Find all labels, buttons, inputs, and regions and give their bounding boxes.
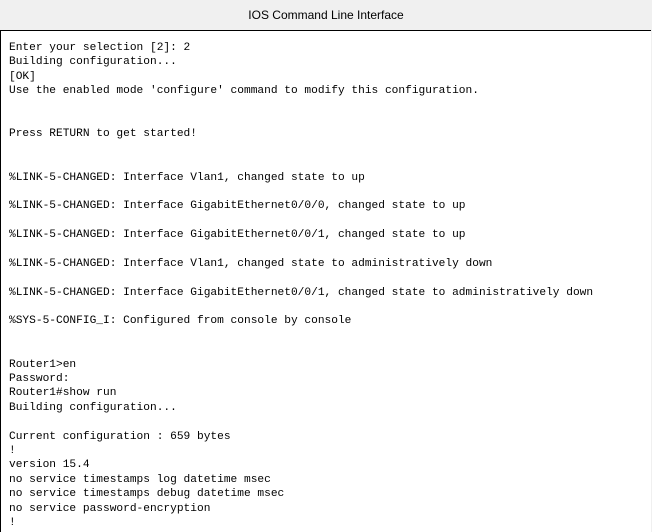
terminal-line: Building configuration... bbox=[9, 56, 177, 69]
terminal-line: Password: bbox=[9, 372, 70, 385]
window-title: IOS Command Line Interface bbox=[0, 0, 652, 30]
terminal-output: Enter your selection [2]: 2 Building conf… bbox=[1, 31, 651, 530]
terminal-line: version 15.4 bbox=[9, 459, 90, 472]
terminal-line: %LINK-5-CHANGED: Interface Vlan1, change… bbox=[9, 171, 365, 184]
terminal-line: %LINK-5-CHANGED: Interface GigabitEthern… bbox=[9, 286, 594, 299]
terminal-line: %LINK-5-CHANGED: Interface GigabitEthern… bbox=[9, 229, 466, 242]
terminal-line: %LINK-5-CHANGED: Interface GigabitEthern… bbox=[9, 200, 466, 213]
terminal-line: Use the enabled mode 'configure' command… bbox=[9, 85, 479, 98]
terminal-line: %LINK-5-CHANGED: Interface Vlan1, change… bbox=[9, 257, 493, 270]
terminal-line: no service password-encryption bbox=[9, 502, 211, 515]
terminal-line: %SYS-5-CONFIG_I: Configured from console… bbox=[9, 315, 352, 328]
terminal-line: Router1#show run bbox=[9, 387, 117, 400]
terminal-line: Current configuration : 659 bytes bbox=[9, 430, 231, 443]
cli-window: IOS Command Line Interface Enter your se… bbox=[0, 0, 652, 532]
terminal-line: ! bbox=[9, 444, 16, 457]
terminal-line: Building configuration... bbox=[9, 401, 177, 414]
terminal-line: Press RETURN to get started! bbox=[9, 128, 197, 141]
terminal-line: [OK] bbox=[9, 70, 36, 83]
terminal-line: Enter your selection [2]: 2 bbox=[9, 42, 191, 54]
terminal-line: ! bbox=[9, 516, 16, 529]
terminal-line: no service timestamps log datetime msec bbox=[9, 473, 271, 486]
terminal-line: Router1>en bbox=[9, 358, 77, 371]
terminal-line: no service timestamps debug datetime mse… bbox=[9, 488, 285, 501]
terminal-console[interactable]: Enter your selection [2]: 2 Building conf… bbox=[0, 30, 651, 532]
